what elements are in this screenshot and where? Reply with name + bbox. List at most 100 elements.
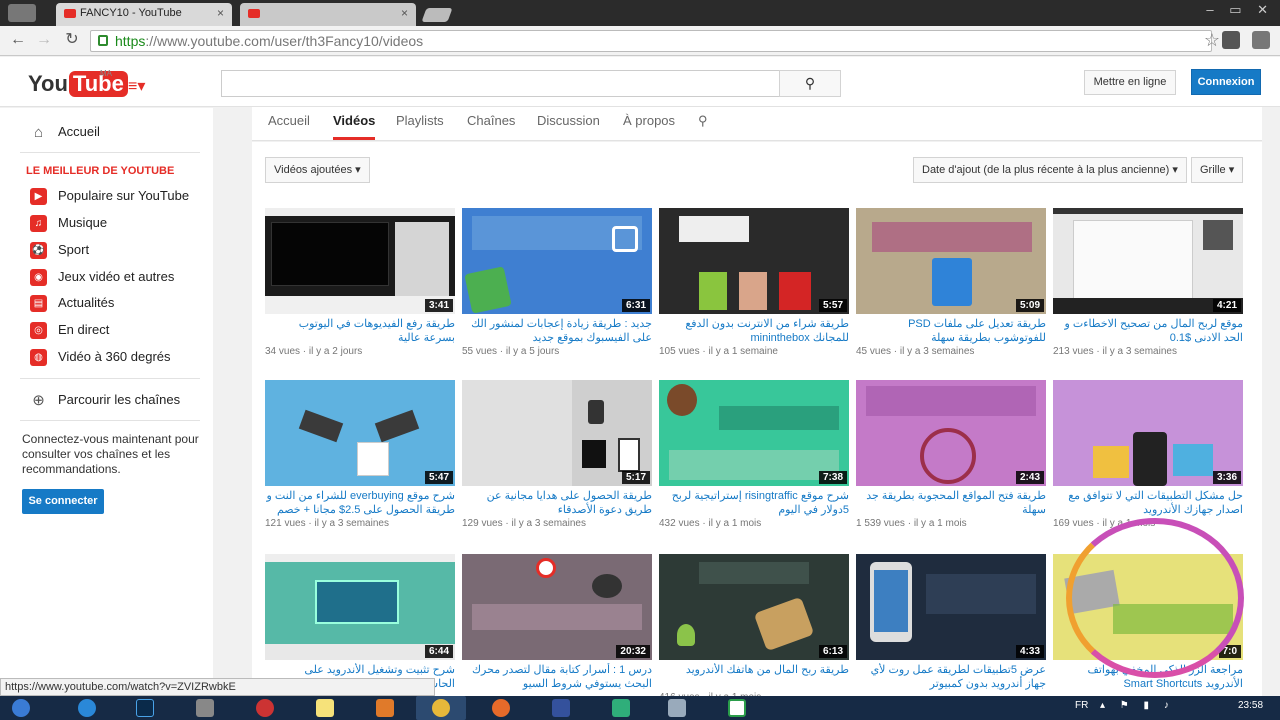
window-controls[interactable]: – ▭ ✕: [1206, 2, 1274, 18]
video-thumbnail[interactable]: 3:41: [265, 208, 455, 314]
video-card[interactable]: 4:33 عرض 5تطبيقات لطريقة عمل روت لأي جها…: [856, 554, 1046, 692]
video-thumbnail[interactable]: 6:13: [659, 554, 849, 660]
video-thumbnail[interactable]: 5:47: [265, 380, 455, 486]
video-title[interactable]: طريقة تعديل على ملفات PSD للفوتوشوب بطري…: [856, 317, 1046, 345]
tab-about[interactable]: À propos: [623, 113, 675, 137]
sidebar-heading: LE MEILLEUR DE YOUTUBE: [26, 165, 175, 177]
sidebar-signin-button[interactable]: Se connecter: [22, 489, 104, 514]
sidebar-item-360[interactable]: ◍ Vidéo à 360 degrés: [30, 347, 171, 367]
video-title[interactable]: طريقة ربح المال من هاتفك الأندرويد: [659, 663, 849, 691]
video-card[interactable]: 6:44 شرح تثبيت وتشغيل الأندرويد على الحا…: [265, 554, 455, 692]
tab-close-icon[interactable]: ×: [401, 6, 408, 20]
video-thumbnail[interactable]: 4:21: [1053, 208, 1243, 314]
taskbar-ie[interactable]: [62, 696, 112, 720]
video-title[interactable]: موقع لربح المال من تصحيح الاخطاءت و الحد…: [1053, 317, 1243, 345]
taskbar-chrome[interactable]: [416, 696, 466, 720]
language-indicator[interactable]: FR: [1075, 700, 1088, 711]
video-title[interactable]: طريقة شراء من الانترنت بدون الدفع للمجان…: [659, 317, 849, 345]
bookmark-star-icon[interactable]: ☆: [1204, 30, 1220, 51]
sidebar-item-sport[interactable]: ⚽ Sport: [30, 240, 89, 260]
upload-button[interactable]: Mettre en ligne: [1084, 70, 1176, 95]
sidebar-item-news[interactable]: ▤ Actualités: [30, 293, 114, 313]
new-tab-button[interactable]: [421, 8, 453, 22]
tab-videos[interactable]: Vidéos: [333, 113, 376, 140]
taskbar-app2[interactable]: [652, 696, 702, 720]
extension-shield-icon[interactable]: [1222, 31, 1240, 49]
video-thumbnail[interactable]: 5:57: [659, 208, 849, 314]
forward-icon[interactable]: →: [34, 30, 54, 50]
youtube-logo[interactable]: You Tube MA: [28, 69, 128, 97]
sort-dropdown[interactable]: Date d'ajout (de la plus récente à la pl…: [913, 157, 1187, 183]
taskbar-media[interactable]: [240, 696, 290, 720]
video-card[interactable]: 20:32 درس 1 : أسرار كتابة مقال لتصدر محر…: [462, 554, 652, 692]
tab-youtube[interactable]: FANCY10 - YouTube ×: [56, 3, 232, 26]
view-count: 45 vues: [856, 346, 892, 357]
taskbar-camtasia[interactable]: [712, 696, 762, 720]
view-count: 169 vues: [1053, 518, 1094, 529]
video-title[interactable]: شرح موقع everbuying للشراء من النت و طري…: [265, 489, 455, 517]
taskbar-notes[interactable]: [300, 696, 350, 720]
video-thumbnail[interactable]: 6:31: [462, 208, 652, 314]
video-title[interactable]: درس 1 : أسرار كتابة مقال لتصدر محرك البح…: [462, 663, 652, 691]
video-thumbnail[interactable]: 6:44: [265, 554, 455, 660]
video-card[interactable]: 7:38 شرح موقع risingtraffic إستراتيجية ل…: [659, 380, 849, 529]
video-thumbnail[interactable]: 4:33: [856, 554, 1046, 660]
sidebar-item-live[interactable]: ◎ En direct: [30, 320, 109, 340]
tab-playlists[interactable]: Playlists: [396, 113, 444, 137]
video-card[interactable]: 5:17 طريقة الحصول على هدايا مجانية عن طر…: [462, 380, 652, 529]
back-icon[interactable]: ←: [8, 30, 28, 50]
video-title[interactable]: شرح موقع risingtraffic إستراتيجية لربح 5…: [659, 489, 849, 517]
video-card[interactable]: 6:13 طريقة ربح المال من هاتفك الأندرويد …: [659, 554, 849, 703]
video-thumbnail[interactable]: 7:38: [659, 380, 849, 486]
video-title[interactable]: عرض 5تطبيقات لطريقة عمل روت لأي جهاز أند…: [856, 663, 1046, 691]
tab-close-icon[interactable]: ×: [217, 6, 224, 20]
video-card[interactable]: 4:21 موقع لربح المال من تصحيح الاخطاءت و…: [1053, 208, 1243, 357]
view-dropdown[interactable]: Grille ▾: [1191, 157, 1244, 183]
sidebar-item-gaming[interactable]: ◉ Jeux vidéo et autres: [30, 267, 174, 287]
video-thumbnail[interactable]: 5:09: [856, 208, 1046, 314]
video-card[interactable]: 5:57 طريقة شراء من الانترنت بدون الدفع ل…: [659, 208, 849, 357]
signin-button[interactable]: Connexion: [1191, 69, 1261, 95]
tab-discussion[interactable]: Discussion: [537, 113, 600, 137]
video-title[interactable]: طريقة فتح المواقع المحجوبة بطريقة جد سهل…: [856, 489, 1046, 517]
sidebar-item-home[interactable]: ⌂ Accueil: [30, 122, 100, 142]
video-thumbnail[interactable]: 5:17: [462, 380, 652, 486]
video-card[interactable]: 3:41 طريقة رفع الفيديوهات في اليوتوب بسر…: [265, 208, 455, 357]
tab-second[interactable]: ×: [240, 3, 416, 26]
extension-icon[interactable]: [1252, 31, 1270, 49]
start-button[interactable]: [0, 696, 48, 720]
taskbar-photoshop[interactable]: [120, 696, 170, 720]
search-input[interactable]: [221, 70, 780, 97]
channel-search-icon[interactable]: ⚲: [698, 113, 708, 138]
uploads-dropdown[interactable]: Vidéos ajoutées ▾: [265, 157, 370, 183]
tab-channels[interactable]: Chaînes: [467, 113, 515, 137]
sidebar-item-browse[interactable]: ⊕ Parcourir les chaînes: [30, 390, 180, 410]
video-thumbnail[interactable]: 2:43: [856, 380, 1046, 486]
video-card[interactable]: 5:47 شرح موقع everbuying للشراء من النت …: [265, 380, 455, 529]
video-title[interactable]: طريقة رفع الفيديوهات في اليوتوب بسرعة عا…: [265, 317, 455, 345]
address-bar[interactable]: https://www.youtube.com/user/th3Fancy10/…: [90, 30, 1212, 52]
tab-home[interactable]: Accueil: [268, 113, 310, 137]
guide-menu-icon[interactable]: ≡▾: [128, 76, 145, 96]
browser-menu-icon[interactable]: [8, 4, 36, 22]
clock[interactable]: 23:58: [1238, 700, 1263, 711]
tray-icons[interactable]: ▴ ⚑ ▮ ♪: [1100, 700, 1175, 711]
video-thumbnail[interactable]: 3:36: [1053, 380, 1243, 486]
video-card[interactable]: 2:43 طريقة فتح المواقع المحجوبة بطريقة ج…: [856, 380, 1046, 529]
video-card[interactable]: 5:09 طريقة تعديل على ملفات PSD للفوتوشوب…: [856, 208, 1046, 357]
video-title[interactable]: حل مشكل التطبيقات التي لا تتوافق مع اصدا…: [1053, 489, 1243, 517]
taskbar-firefox[interactable]: [476, 696, 526, 720]
taskbar-vine[interactable]: [596, 696, 646, 720]
taskbar-app[interactable]: [180, 696, 230, 720]
video-thumbnail[interactable]: 20:32: [462, 554, 652, 660]
video-title[interactable]: جديد : طريقة زيادة إعجابات لمنشور الك عل…: [462, 317, 652, 345]
video-title[interactable]: طريقة الحصول على هدايا مجانية عن طريق دع…: [462, 489, 652, 517]
video-card[interactable]: 3:36 حل مشكل التطبيقات التي لا تتوافق مع…: [1053, 380, 1243, 529]
search-button[interactable]: ⚲: [779, 70, 841, 97]
video-card[interactable]: 6:31 جديد : طريقة زيادة إعجابات لمنشور ا…: [462, 208, 652, 357]
sidebar-item-popular[interactable]: ▶ Populaire sur YouTube: [30, 186, 189, 206]
taskbar-player[interactable]: [360, 696, 410, 720]
taskbar-flag-app[interactable]: [536, 696, 586, 720]
reload-icon[interactable]: ↻: [62, 30, 82, 50]
sidebar-item-music[interactable]: ♫ Musique: [30, 213, 107, 233]
